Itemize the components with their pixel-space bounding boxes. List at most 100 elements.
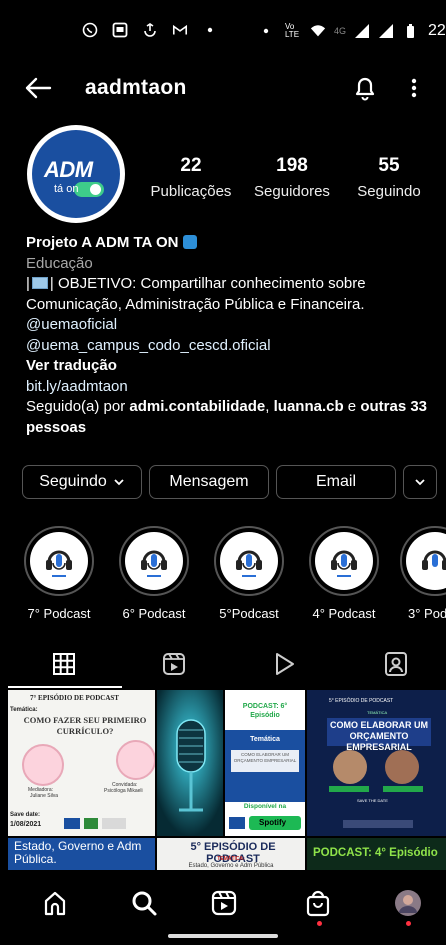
suggested-accounts-button[interactable] <box>403 465 437 499</box>
volte-icon: Vo LTE <box>284 22 300 39</box>
avatar-logo-subtext: tá on <box>54 183 79 195</box>
post-tematica: Temática <box>250 736 280 743</box>
logo-badge <box>64 818 80 829</box>
following-button-label: Seguindo <box>39 473 107 490</box>
post-tile[interactable]: 5° EPISÓDIO DE PODCAST TEMÁTICA: Estado,… <box>157 838 305 870</box>
notification-dot <box>317 921 322 926</box>
post-caption: PODCAST: 4° Episódio <box>313 847 438 859</box>
stat-followers[interactable]: 198 Seguidores <box>247 155 337 200</box>
search-icon[interactable] <box>129 888 159 918</box>
battery-icon <box>402 23 418 39</box>
profile-avatar[interactable]: ADM tá on <box>27 125 125 223</box>
mention-uema-campus[interactable]: @uema_campus_codo_cescd.oficial <box>26 336 436 357</box>
email-button[interactable]: Email <box>276 465 396 499</box>
bio-objective: | OBJETIVO: Compartilhar conhecimento so… <box>49 275 366 292</box>
post-date: SAVE THE DATE <box>357 798 388 803</box>
post-tile[interactable] <box>157 690 223 836</box>
highlight-cover <box>315 532 373 590</box>
stat-posts-label: Publicações <box>150 183 232 200</box>
followed-user-2: luanna.cb <box>273 398 344 415</box>
avatar-logo: ADM tá on <box>32 130 120 218</box>
tagged-icon <box>385 652 407 676</box>
post-tile[interactable]: 5° EPISÓDIO DE PODCAST TEMÁTICA COMO ELA… <box>307 690 446 836</box>
active-tab-indicator <box>8 686 122 688</box>
microphone-icon <box>236 550 262 577</box>
tab-videos[interactable] <box>266 648 306 684</box>
followed-by-text[interactable]: Seguido(a) por admi.contabilidade, luann… <box>26 397 436 418</box>
post-title: COMO ELABORAR UM ORÇAMENTO EMPRESARIAL <box>330 720 428 752</box>
chevron-down-icon <box>415 479 425 486</box>
followed-others: outras 33 <box>360 398 428 415</box>
translate-link[interactable]: Ver tradução <box>26 356 436 377</box>
post-title: COMO FAZER SEU PRIMEIRO CURRÍCULO? <box>23 715 147 736</box>
status-bar: VoLTE 4G 22:50 <box>0 0 446 62</box>
email-button-label: Email <box>315 473 356 490</box>
studio-microphone-image <box>157 690 223 836</box>
home-icon[interactable] <box>40 888 70 918</box>
stat-posts-value: 22 <box>180 155 202 176</box>
post-tile[interactable]: Estado, Governo e Adm Pública. <box>8 838 155 870</box>
clock: 22:50 <box>428 22 446 39</box>
post-tile[interactable]: 7° EPISÓDIO DE PODCAST Temática: COMO FA… <box>8 690 155 836</box>
tab-grid[interactable] <box>46 648 86 684</box>
highlight-label: 5°Podcast <box>219 606 279 621</box>
highlight-7-podcast[interactable]: 7° Podcast <box>14 526 104 621</box>
highlight-3-podcast[interactable]: 3° Pod <box>394 526 446 621</box>
logo-badge <box>102 818 126 829</box>
logo-badge <box>84 818 98 829</box>
profile-category: Educação <box>26 254 93 272</box>
highlight-6-podcast[interactable]: 6° Podcast <box>109 526 199 621</box>
post-mediadora-name: Juliane Silva <box>30 793 59 799</box>
spotify-label: Spotify <box>259 818 287 827</box>
news-icon <box>112 22 128 38</box>
post-title: PODCAST: 6° Episódio <box>242 703 288 719</box>
highlight-ring <box>214 526 284 596</box>
tab-tagged[interactable] <box>378 648 418 684</box>
stat-followers-value: 198 <box>276 155 308 176</box>
post-date-label: Save date: <box>10 812 41 818</box>
stat-following[interactable]: 55 Seguindo <box>347 155 431 200</box>
highlight-cover <box>125 532 183 590</box>
person-photo <box>333 750 367 784</box>
tab-reels[interactable] <box>156 648 196 684</box>
bio-pipe: | <box>26 275 30 292</box>
highlight-5-podcast[interactable]: 5°Podcast <box>204 526 294 621</box>
reels-icon[interactable] <box>209 888 239 918</box>
stat-posts[interactable]: 22 Publicações <box>146 155 236 200</box>
followed-others-2: pessoas <box>26 418 87 436</box>
home-indicator <box>168 934 278 938</box>
post-heading: 5° EPISÓDIO DE PODCAST <box>329 698 394 704</box>
stat-followers-label: Seguidores <box>254 183 330 200</box>
gmail-icon <box>172 22 188 38</box>
network-type-label: 4G <box>334 26 347 36</box>
sparkle-emoji-icon <box>182 235 197 249</box>
avatar-logo-text: ADM <box>44 157 93 182</box>
profile-tabs <box>0 640 446 688</box>
dot-icon <box>258 23 274 39</box>
highlight-4-podcast[interactable]: 4° Podcast <box>299 526 389 621</box>
stat-following-label: Seguindo <box>357 183 421 200</box>
bio-website-link[interactable]: bit.ly/aadmtaon <box>26 377 436 398</box>
microphone-icon <box>422 550 446 570</box>
notification-dot <box>406 921 411 926</box>
post-tile[interactable]: PODCAST: 4° Episódio <box>307 838 446 870</box>
profile-avatar-icon[interactable] <box>393 888 423 918</box>
dot-icon <box>202 22 218 38</box>
photo-circle <box>116 740 155 780</box>
more-options-icon[interactable] <box>408 74 420 102</box>
bell-icon[interactable] <box>353 74 377 102</box>
highlight-label: 3° Pod <box>408 606 446 621</box>
message-button[interactable]: Mensagem <box>149 465 269 499</box>
app-icon <box>142 22 158 38</box>
following-button[interactable]: Seguindo <box>22 465 142 499</box>
mention-uemaoficial[interactable]: @uemaoficial <box>26 315 436 336</box>
highlight-ring <box>119 526 189 596</box>
grid-icon <box>53 653 75 675</box>
post-tile[interactable]: PODCAST: 6° Episódio Temática COMO ELABO… <box>225 690 305 836</box>
post-grid: 7° EPISÓDIO DE PODCAST Temática: COMO FA… <box>0 690 446 870</box>
shop-icon[interactable] <box>303 888 333 918</box>
back-arrow-icon[interactable] <box>24 76 52 100</box>
post-sub: TEMÁTICA <box>367 710 388 715</box>
signal-icon <box>354 23 370 39</box>
post-available: Disponível na <box>243 803 287 810</box>
